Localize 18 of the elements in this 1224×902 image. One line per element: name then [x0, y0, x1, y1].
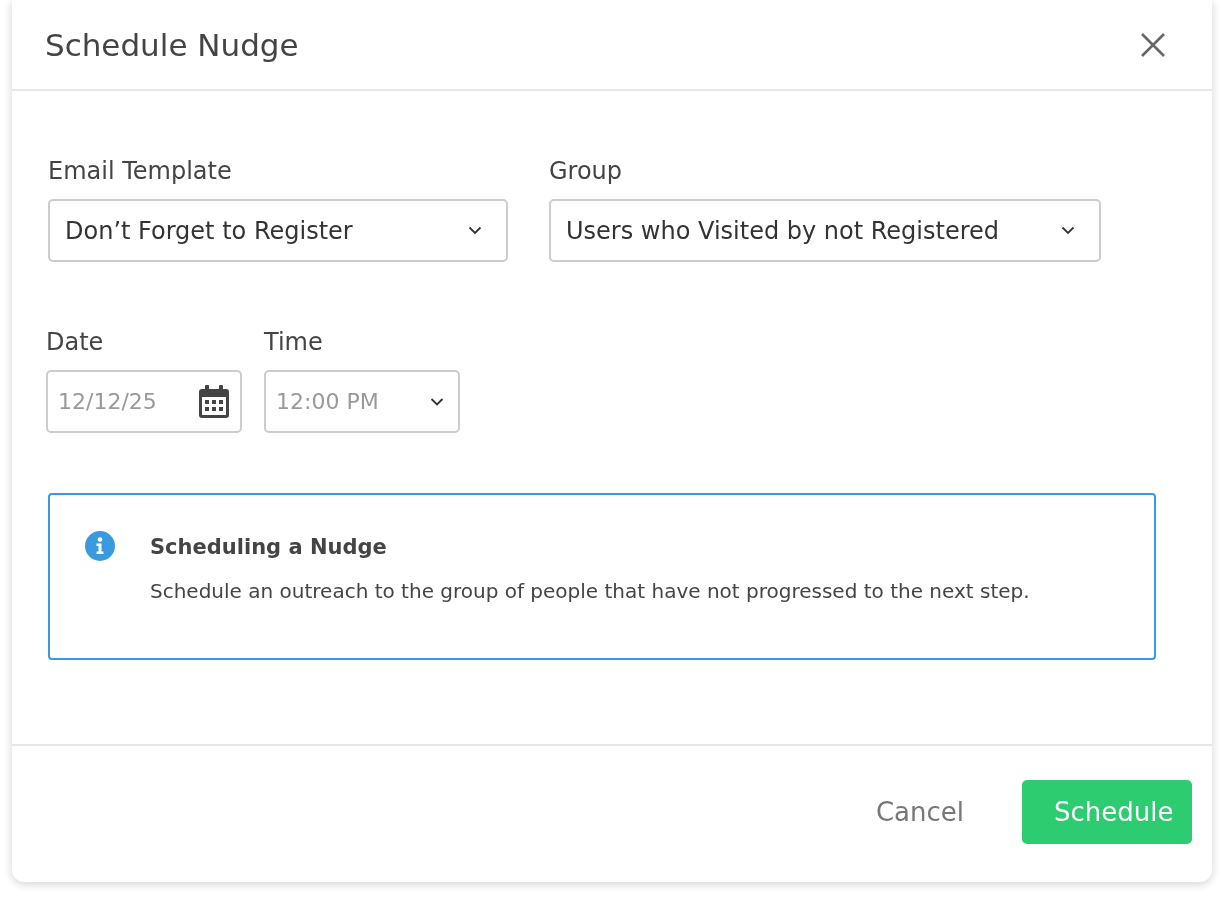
date-field[interactable]: 12/12/25 [46, 370, 242, 433]
chevron-down-icon [430, 397, 444, 406]
info-icon [85, 531, 115, 561]
chevron-down-icon [468, 226, 482, 235]
cancel-button[interactable]: Cancel [843, 780, 996, 844]
field-label: Date [46, 328, 105, 356]
dropdown-field[interactable]: Users who Visited by not Registered [549, 199, 1101, 262]
calendar-icon[interactable] [198, 384, 230, 419]
info-text: Schedule an outreach to the group of people that have not progressed to the next step. [150, 579, 1030, 603]
field-label: Email Template [48, 157, 233, 185]
dropdown-field[interactable]: Don’t Forget to Register [48, 199, 508, 262]
info-title: Scheduling a Nudge [150, 535, 388, 559]
time-dropdown[interactable]: 12:00 PM [264, 370, 460, 433]
field-label: Group [549, 157, 624, 185]
close-icon[interactable] [1140, 31, 1166, 58]
dialog-title: Schedule Nudge [45, 26, 299, 63]
chevron-down-icon [1061, 226, 1075, 235]
field-label: Time [264, 328, 324, 356]
